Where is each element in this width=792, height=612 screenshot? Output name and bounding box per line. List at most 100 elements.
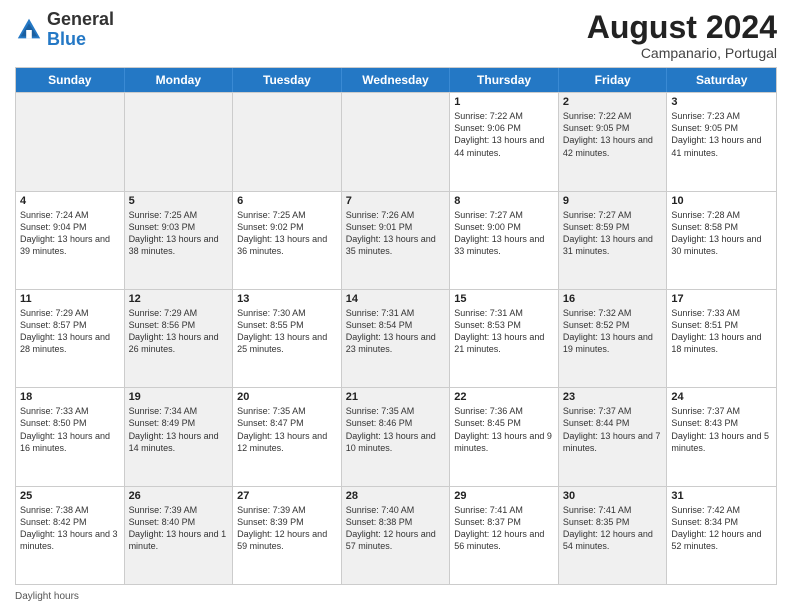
calendar-cell: 5Sunrise: 7:25 AM Sunset: 9:03 PM Daylig… — [125, 192, 234, 289]
cell-info: Sunrise: 7:24 AM Sunset: 9:04 PM Dayligh… — [20, 209, 120, 258]
calendar-cell: 25 Sunrise: 7:38 AM Sunset: 8:42 PM Dayli… — [16, 487, 125, 584]
day-number: 23 — [563, 391, 663, 403]
footer: Daylight hours — [15, 591, 777, 602]
header: General Blue August 2024 Campanario, Por… — [15, 10, 777, 61]
day-of-week-header: Saturday — [667, 68, 776, 92]
day-number: 31 — [671, 490, 772, 502]
cell-info: Sunrise: 7:22 AM Sunset: 9:06 PM Dayligh… — [454, 110, 554, 159]
calendar-cell: 2Sunrise: 7:22 AM Sunset: 9:05 PM Daylig… — [559, 93, 668, 190]
day-of-week-header: Tuesday — [233, 68, 342, 92]
calendar-cell: 8Sunrise: 7:27 AM Sunset: 9:00 PM Daylig… — [450, 192, 559, 289]
cell-info: Sunrise: 7:29 AM Sunset: 8:56 PM Dayligh… — [129, 307, 229, 356]
day-number: 12 — [129, 293, 229, 305]
cell-info: Sunrise: 7:37 AM Sunset: 8:43 PM Dayligh… — [671, 405, 772, 454]
calendar-cell: 19 Sunrise: 7:34 AM Sunset: 8:49 PM Dayli… — [125, 388, 234, 485]
calendar-cell: 24 Sunrise: 7:37 AM Sunset: 8:43 PM Dayli… — [667, 388, 776, 485]
day-number: 30 — [563, 490, 663, 502]
calendar-week-row: 4 Sunrise: 7:24 AM Sunset: 9:04 PM Daylig… — [16, 191, 776, 289]
location: Campanario, Portugal — [587, 45, 777, 61]
calendar-cell: 12 Sunrise: 7:29 AM Sunset: 8:56 PM Dayli… — [125, 290, 234, 387]
day-number: 21 — [346, 391, 446, 403]
day-number: 8 — [454, 195, 554, 207]
cell-info: Sunrise: 7:34 AM Sunset: 8:49 PM Dayligh… — [129, 405, 229, 454]
calendar: SundayMondayTuesdayWednesdayThursdayFrid… — [15, 67, 777, 585]
day-number: 3 — [671, 96, 772, 108]
day-number: 24 — [671, 391, 772, 403]
calendar-cell: 10 Sunrise: 7:28 AM Sunset: 8:58 PM Dayli… — [667, 192, 776, 289]
cell-info: Sunrise: 7:39 AM Sunset: 8:39 PM Dayligh… — [237, 504, 337, 553]
calendar-cell: 27Sunrise: 7:39 AM Sunset: 8:39 PM Dayli… — [233, 487, 342, 584]
logo: General Blue — [15, 10, 114, 50]
cell-info: Sunrise: 7:29 AM Sunset: 8:57 PM Dayligh… — [20, 307, 120, 356]
day-number: 18 — [20, 391, 120, 403]
calendar-header: SundayMondayTuesdayWednesdayThursdayFrid… — [16, 68, 776, 92]
calendar-week-row: 25 Sunrise: 7:38 AM Sunset: 8:42 PM Dayli… — [16, 486, 776, 584]
day-number: 11 — [20, 293, 120, 305]
calendar-cell: 6 Sunrise: 7:25 AM Sunset: 9:02 PM Daylig… — [233, 192, 342, 289]
cell-info: Sunrise: 7:40 AM Sunset: 8:38 PM Dayligh… — [346, 504, 446, 553]
calendar-cell: 23Sunrise: 7:37 AM Sunset: 8:44 PM Dayli… — [559, 388, 668, 485]
calendar-cell: 14 Sunrise: 7:31 AM Sunset: 8:54 PM Dayli… — [342, 290, 451, 387]
month-year: August 2024 — [587, 10, 777, 45]
calendar-cell: 20 Sunrise: 7:35 AM Sunset: 8:47 PM Dayli… — [233, 388, 342, 485]
cell-info: Sunrise: 7:31 AM Sunset: 8:54 PM Dayligh… — [346, 307, 446, 356]
daylight-label: Daylight hours — [15, 591, 79, 602]
day-number: 14 — [346, 293, 446, 305]
day-number: 4 — [20, 195, 120, 207]
calendar-cell: 11 Sunrise: 7:29 AM Sunset: 8:57 PM Dayli… — [16, 290, 125, 387]
day-number: 1 — [454, 96, 554, 108]
calendar-cell: 18Sunrise: 7:33 AM Sunset: 8:50 PM Dayli… — [16, 388, 125, 485]
calendar-cell: 28 Sunrise: 7:40 AM Sunset: 8:38 PM Dayli… — [342, 487, 451, 584]
calendar-cell: 7 Sunrise: 7:26 AM Sunset: 9:01 PM Daylig… — [342, 192, 451, 289]
day-number: 5 — [129, 195, 229, 207]
cell-info: Sunrise: 7:35 AM Sunset: 8:47 PM Dayligh… — [237, 405, 337, 454]
day-number: 29 — [454, 490, 554, 502]
cell-info: Sunrise: 7:35 AM Sunset: 8:46 PM Dayligh… — [346, 405, 446, 454]
day-of-week-header: Sunday — [16, 68, 125, 92]
calendar-cell — [125, 93, 234, 190]
day-number: 6 — [237, 195, 337, 207]
calendar-cell: 26 Sunrise: 7:39 AM Sunset: 8:40 PM Dayli… — [125, 487, 234, 584]
day-number: 25 — [20, 490, 120, 502]
page: General Blue August 2024 Campanario, Por… — [0, 0, 792, 612]
day-number: 7 — [346, 195, 446, 207]
cell-info: Sunrise: 7:41 AM Sunset: 8:37 PM Dayligh… — [454, 504, 554, 553]
cell-info: Sunrise: 7:25 AM Sunset: 9:02 PM Dayligh… — [237, 209, 337, 258]
cell-info: Sunrise: 7:31 AM Sunset: 8:53 PM Dayligh… — [454, 307, 554, 356]
cell-info: Sunrise: 7:26 AM Sunset: 9:01 PM Dayligh… — [346, 209, 446, 258]
logo-text: General Blue — [47, 10, 114, 50]
cell-info: Sunrise: 7:39 AM Sunset: 8:40 PM Dayligh… — [129, 504, 229, 553]
calendar-cell: 1 Sunrise: 7:22 AM Sunset: 9:06 PM Daylig… — [450, 93, 559, 190]
calendar-week-row: 18Sunrise: 7:33 AM Sunset: 8:50 PM Dayli… — [16, 387, 776, 485]
calendar-cell: 13 Sunrise: 7:30 AM Sunset: 8:55 PM Dayli… — [233, 290, 342, 387]
cell-info: Sunrise: 7:32 AM Sunset: 8:52 PM Dayligh… — [563, 307, 663, 356]
cell-info: Sunrise: 7:30 AM Sunset: 8:55 PM Dayligh… — [237, 307, 337, 356]
day-number: 28 — [346, 490, 446, 502]
day-of-week-header: Wednesday — [342, 68, 451, 92]
calendar-cell: 29 Sunrise: 7:41 AM Sunset: 8:37 PM Dayli… — [450, 487, 559, 584]
day-number: 10 — [671, 195, 772, 207]
cell-info: Sunrise: 7:23 AM Sunset: 9:05 PM Dayligh… — [671, 110, 772, 159]
day-of-week-header: Monday — [125, 68, 234, 92]
title-block: August 2024 Campanario, Portugal — [587, 10, 777, 61]
calendar-cell: 22Sunrise: 7:36 AM Sunset: 8:45 PM Dayli… — [450, 388, 559, 485]
cell-info: Sunrise: 7:38 AM Sunset: 8:42 PM Dayligh… — [20, 504, 120, 553]
calendar-cell — [16, 93, 125, 190]
calendar-cell — [342, 93, 451, 190]
day-number: 20 — [237, 391, 337, 403]
day-number: 19 — [129, 391, 229, 403]
day-number: 26 — [129, 490, 229, 502]
calendar-cell: 17 Sunrise: 7:33 AM Sunset: 8:51 PM Dayli… — [667, 290, 776, 387]
calendar-body: 1 Sunrise: 7:22 AM Sunset: 9:06 PM Daylig… — [16, 92, 776, 584]
calendar-cell: 30 Sunrise: 7:41 AM Sunset: 8:35 PM Dayli… — [559, 487, 668, 584]
day-number: 17 — [671, 293, 772, 305]
day-number: 13 — [237, 293, 337, 305]
cell-info: Sunrise: 7:28 AM Sunset: 8:58 PM Dayligh… — [671, 209, 772, 258]
cell-info: Sunrise: 7:41 AM Sunset: 8:35 PM Dayligh… — [563, 504, 663, 553]
calendar-cell: 16Sunrise: 7:32 AM Sunset: 8:52 PM Dayli… — [559, 290, 668, 387]
day-of-week-header: Thursday — [450, 68, 559, 92]
cell-info: Sunrise: 7:33 AM Sunset: 8:51 PM Dayligh… — [671, 307, 772, 356]
calendar-cell: 9Sunrise: 7:27 AM Sunset: 8:59 PM Daylig… — [559, 192, 668, 289]
cell-info: Sunrise: 7:42 AM Sunset: 8:34 PM Dayligh… — [671, 504, 772, 553]
day-of-week-header: Friday — [559, 68, 668, 92]
